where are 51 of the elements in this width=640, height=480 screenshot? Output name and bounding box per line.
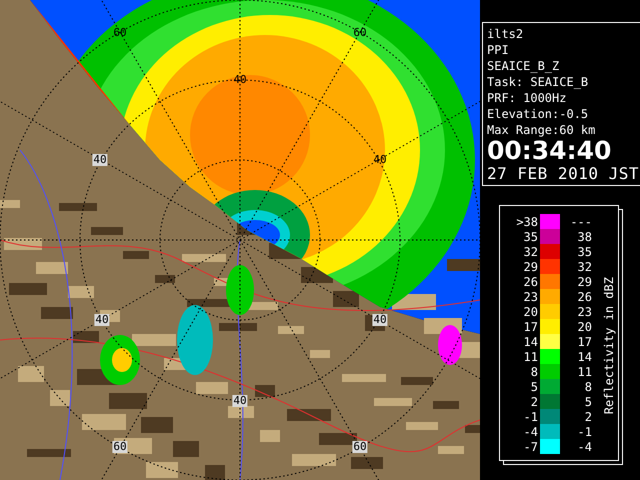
legend-low-label: -1 — [522, 410, 538, 424]
date-text: 27 FEB 2010 JST — [487, 164, 637, 183]
range-label: 40 — [372, 314, 388, 326]
legend-low-label: 32 — [522, 244, 538, 258]
legend-low-label: 26 — [522, 274, 538, 288]
legend-high-label: -4 — [576, 440, 592, 454]
info-line: Max Range:60 km — [487, 122, 596, 138]
legend-high-label: 35 — [576, 244, 592, 258]
legend-high-label: 5 — [584, 394, 592, 408]
range-label: 40 — [94, 314, 110, 326]
legend-low-label: 5 — [530, 380, 538, 394]
legend-low-label: 11 — [522, 350, 538, 364]
legend-low-label: 35 — [522, 230, 538, 244]
legend-title: Reflectivity in dBZ — [602, 276, 616, 414]
legend-high-label: 23 — [576, 304, 592, 318]
legend-low-label: 23 — [522, 290, 538, 304]
range-label: 40 — [232, 74, 248, 86]
legend-high-label: --- — [569, 214, 592, 228]
time-text: 00:34:40 — [487, 138, 612, 164]
range-label: 40 — [372, 154, 388, 166]
info-line: PRF: 1000Hz — [487, 90, 568, 106]
legend-high-label: 17 — [576, 334, 592, 348]
info-line: Elevation:-0.5 — [487, 106, 590, 122]
legend-low-label: 2 — [530, 394, 538, 408]
legend-low-label: 20 — [522, 304, 538, 318]
legend-high-label: 8 — [584, 380, 592, 394]
legend-high-label: 14 — [576, 350, 592, 364]
info-line: Task: SEAICE_B — [487, 74, 590, 90]
range-label: 40 — [232, 395, 248, 407]
legend-low-label: 8 — [530, 364, 538, 378]
legend-high-label: 11 — [576, 364, 592, 378]
legend-low-label: 29 — [522, 260, 538, 274]
legend-high-label: 20 — [576, 320, 592, 334]
range-label: 40 — [92, 154, 108, 166]
legend-low-label: -4 — [522, 424, 538, 438]
legend-low-label: 17 — [522, 320, 538, 334]
info-line: SEAICE_B_Z — [487, 58, 560, 74]
legend-high-label: 29 — [576, 274, 592, 288]
range-label: 60 — [112, 27, 128, 39]
legend-low-label: -7 — [522, 440, 538, 454]
range-label: 60 — [352, 441, 368, 453]
legend-low-label: 14 — [522, 334, 538, 348]
legend-high-label: 38 — [576, 230, 592, 244]
legend-low-label: >38 — [515, 214, 538, 228]
legend-high-label: 2 — [584, 410, 592, 424]
legend-high-label: 32 — [576, 260, 592, 274]
legend-high-label: 26 — [576, 290, 592, 304]
legend-high-label: -1 — [576, 424, 592, 438]
info-line: PPI — [487, 42, 510, 58]
info-line: ilts2 — [487, 26, 524, 42]
range-label: 60 — [112, 441, 128, 453]
